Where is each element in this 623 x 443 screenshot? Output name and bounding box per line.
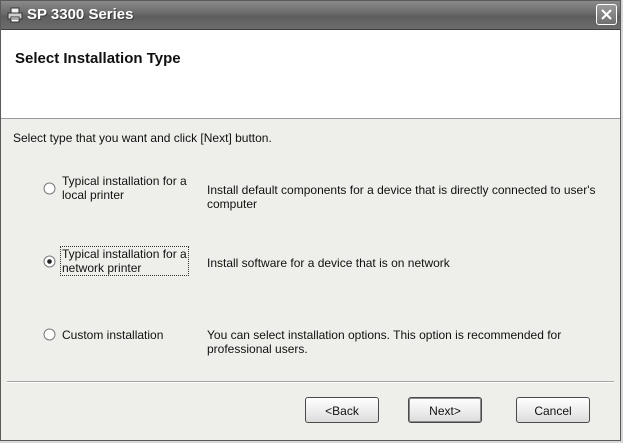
page-title: Select Installation Type xyxy=(15,50,181,67)
option-description-line: You can select installation options. Thi… xyxy=(207,328,562,342)
title-bar[interactable]: SP 3300 Series xyxy=(1,1,620,30)
option-label-typical-local[interactable]: Typical installation for a local printer xyxy=(61,174,188,202)
option-description-custom: You can select installation options. Thi… xyxy=(207,328,607,356)
option-label-line: Typical installation for a xyxy=(62,174,187,188)
cancel-button[interactable]: Cancel xyxy=(516,397,590,423)
option-label-typical-network[interactable]: Typical installation for a network print… xyxy=(60,246,189,276)
close-button[interactable] xyxy=(596,4,617,25)
close-icon xyxy=(601,9,612,20)
option-description-line: Install default components for a device … xyxy=(207,183,596,197)
option-label-line: Typical installation for a xyxy=(62,247,187,261)
radio-typical-network[interactable] xyxy=(43,255,56,268)
option-label-line: local printer xyxy=(62,188,125,202)
instruction-text: Select type that you want and click [Nex… xyxy=(13,131,272,145)
option-description-line: professional users. xyxy=(207,342,308,356)
printer-icon xyxy=(7,7,23,23)
option-description-typical-local: Install default components for a device … xyxy=(207,183,607,211)
option-description-line: computer xyxy=(207,197,258,211)
radio-typical-local[interactable] xyxy=(43,182,56,195)
back-button[interactable]: <Back xyxy=(305,397,379,423)
option-label-line: Custom installation xyxy=(62,328,164,342)
option-description-typical-network: Install software for a device that is on… xyxy=(207,256,607,270)
installer-window: SP 3300 Series Select Installation Type … xyxy=(0,0,621,441)
next-button[interactable]: Next> xyxy=(408,397,482,423)
window-title: SP 3300 Series xyxy=(27,6,134,23)
option-label-line: network printer xyxy=(62,261,142,275)
radio-custom[interactable] xyxy=(43,328,56,341)
header-panel: Select Installation Type xyxy=(1,30,620,119)
option-description-line: Install software for a device that is on… xyxy=(207,256,450,270)
footer-divider xyxy=(7,381,614,383)
option-label-custom[interactable]: Custom installation xyxy=(61,328,164,342)
